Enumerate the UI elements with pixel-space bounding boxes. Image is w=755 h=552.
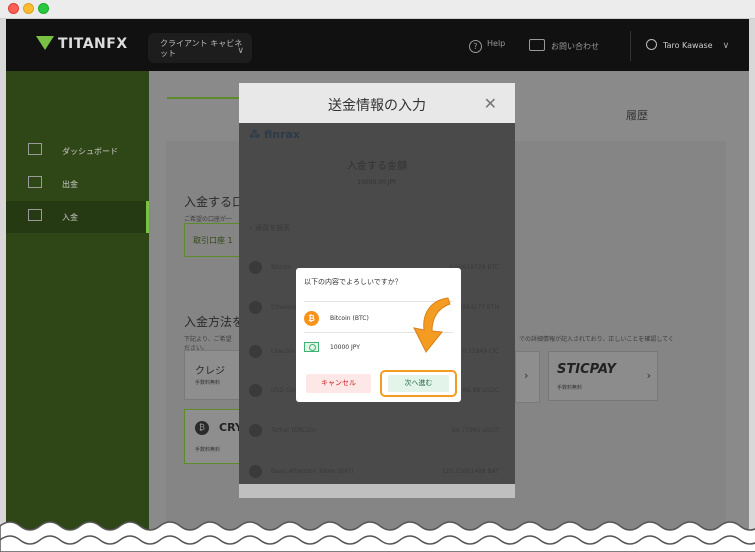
sticpay-fee: 手数料無料 [557, 385, 583, 391]
coin-name: USD Coin [271, 387, 300, 394]
title-bar [0, 0, 755, 19]
coin-icon [249, 465, 262, 478]
withdraw-icon [28, 176, 42, 188]
cash-icon [304, 342, 319, 352]
chevron-right-icon: › [524, 369, 529, 382]
bitcoin-icon: ₿ [304, 311, 319, 326]
coin-name: Basic Attention Token (BAT) [271, 468, 354, 475]
search-placeholder: 通貨を検索 [255, 224, 291, 232]
modal-header: 送金情報の入力 ✕ [239, 83, 515, 123]
logo-mark-icon [36, 36, 54, 50]
method-card-partial[interactable]: › [515, 351, 540, 403]
deposit-icon [28, 209, 42, 221]
close-window-icon[interactable] [8, 3, 19, 14]
torn-edge [0, 521, 755, 552]
chevron-down-icon: ∨ [237, 46, 244, 56]
app-window: TITANFX クライアント キャビネット ∨ ? Help お問い合わせ Tar… [0, 0, 755, 552]
header-divider [630, 31, 631, 61]
coin-row[interactable]: Tether (ERC20) 64.77991 USDT [249, 422, 505, 442]
sticpay-method-card[interactable]: STICPAY 手数料無料 › [548, 351, 658, 401]
contact-label: お問い合わせ [551, 42, 599, 51]
sidebar-item-dashboard[interactable]: ダッシュボード [6, 135, 149, 167]
help-icon: ? [469, 40, 482, 53]
bar-chart-icon [28, 143, 42, 155]
coin-name: Bitcoin [271, 264, 292, 271]
crypto-method-card[interactable]: ₿ CRY 手数料無料 [184, 409, 244, 464]
currency-search[interactable]: ⌕ 通貨を検索 [249, 223, 505, 233]
next-button-highlight: 次へ進む [380, 370, 457, 397]
coin-name: Tether (ERC20) [271, 427, 316, 434]
sidebar-item-withdraw[interactable]: 出金 [6, 168, 149, 200]
client-selector-label: クライアント キャビネット [160, 39, 243, 58]
trading-account-label: 取引口座 1 [193, 236, 233, 245]
method-subtitle: 下記より、ご希望 [184, 336, 232, 343]
finrax-label: finrax [264, 128, 301, 141]
coin-value: 66.88 USDC [462, 387, 499, 394]
finrax-logo: ⁂ finrax [249, 128, 301, 141]
sticpay-label: STICPAY [557, 362, 616, 377]
coin-icon [249, 261, 262, 274]
contact-link[interactable]: お問い合わせ [529, 39, 599, 52]
coin-icon [249, 424, 262, 437]
coin-icon [249, 345, 262, 358]
minimize-window-icon[interactable] [23, 3, 34, 14]
help-link[interactable]: ? Help [469, 39, 505, 53]
coin-name: Litecoin [271, 348, 295, 355]
credit-method-card[interactable]: クレジ 手数料無料 [184, 350, 244, 400]
user-name: Taro Kawase [663, 41, 713, 50]
active-tab-indicator [167, 97, 239, 99]
coin-value: 64.77991 USDT [451, 427, 499, 434]
next-button[interactable]: 次へ進む [388, 375, 449, 392]
modal-title: 送金情報の入力 [328, 98, 426, 114]
deposit-account-subtitle: ご希望の口座が一 [184, 216, 233, 223]
titanfx-app: TITANFX クライアント キャビネット ∨ ? Help お問い合わせ Tar… [6, 19, 749, 552]
method-subtitle-right: での詳細情報が記入されており、正しいことを確認してく [519, 336, 675, 343]
chat-icon [529, 39, 545, 51]
coin-row[interactable]: Basic Attention Token (BAT) 120.25051488 … [249, 463, 505, 483]
credit-label: クレジ [195, 366, 225, 377]
sidebar-item-label: 出金 [62, 180, 78, 189]
sidebar-item-label: ダッシュボード [62, 147, 118, 156]
amount-value: 10000.00 JPY [357, 179, 397, 186]
client-selector[interactable]: クライアント キャビネット ∨ [148, 33, 252, 63]
chevron-right-icon: › [646, 369, 651, 382]
sidebar: ダッシュボード 出金 入金 [6, 71, 149, 552]
method-title: 入金方法を [184, 315, 245, 329]
bitcoin-icon: ₿ [195, 421, 209, 435]
user-menu[interactable]: Taro Kawase ∨ [646, 39, 729, 51]
tab-history[interactable]: 履歴 [626, 107, 648, 123]
deposit-account-title: 入金する口 [184, 195, 245, 209]
top-header: TITANFX クライアント キャビネット ∨ ? Help お問い合わせ Tar… [6, 19, 749, 71]
chevron-down-icon: ∨ [722, 41, 730, 51]
crypto-value: Bitcoin (BTC) [330, 315, 369, 322]
maximize-window-icon[interactable] [38, 3, 49, 14]
amount-value: 10000 JPY [330, 344, 360, 351]
confirm-question: 以下の内容でよろしいですか？ [304, 278, 402, 286]
cancel-button[interactable]: キャンセル [306, 374, 371, 393]
amount-title: 入金する金額 [347, 161, 407, 172]
titanfx-logo[interactable]: TITANFX [36, 36, 128, 52]
user-icon [646, 39, 657, 50]
coin-icon [249, 384, 262, 397]
coin-value: 120.25051488 BAT [441, 468, 499, 475]
highlight-arrow-icon [413, 297, 451, 353]
coin-icon [249, 301, 262, 314]
sidebar-item-deposit[interactable]: 入金 [6, 201, 149, 233]
crypto-fee: 手数料無料 [195, 447, 221, 453]
sidebar-item-label: 入金 [62, 213, 78, 222]
credit-fee: 手数料無料 [195, 380, 221, 386]
modal-footer [239, 484, 515, 498]
logo-text: TITANFX [58, 36, 128, 52]
coin-value: 0.72949 LTC [462, 348, 499, 355]
close-icon[interactable]: ✕ [484, 94, 497, 113]
help-label: Help [487, 39, 506, 48]
